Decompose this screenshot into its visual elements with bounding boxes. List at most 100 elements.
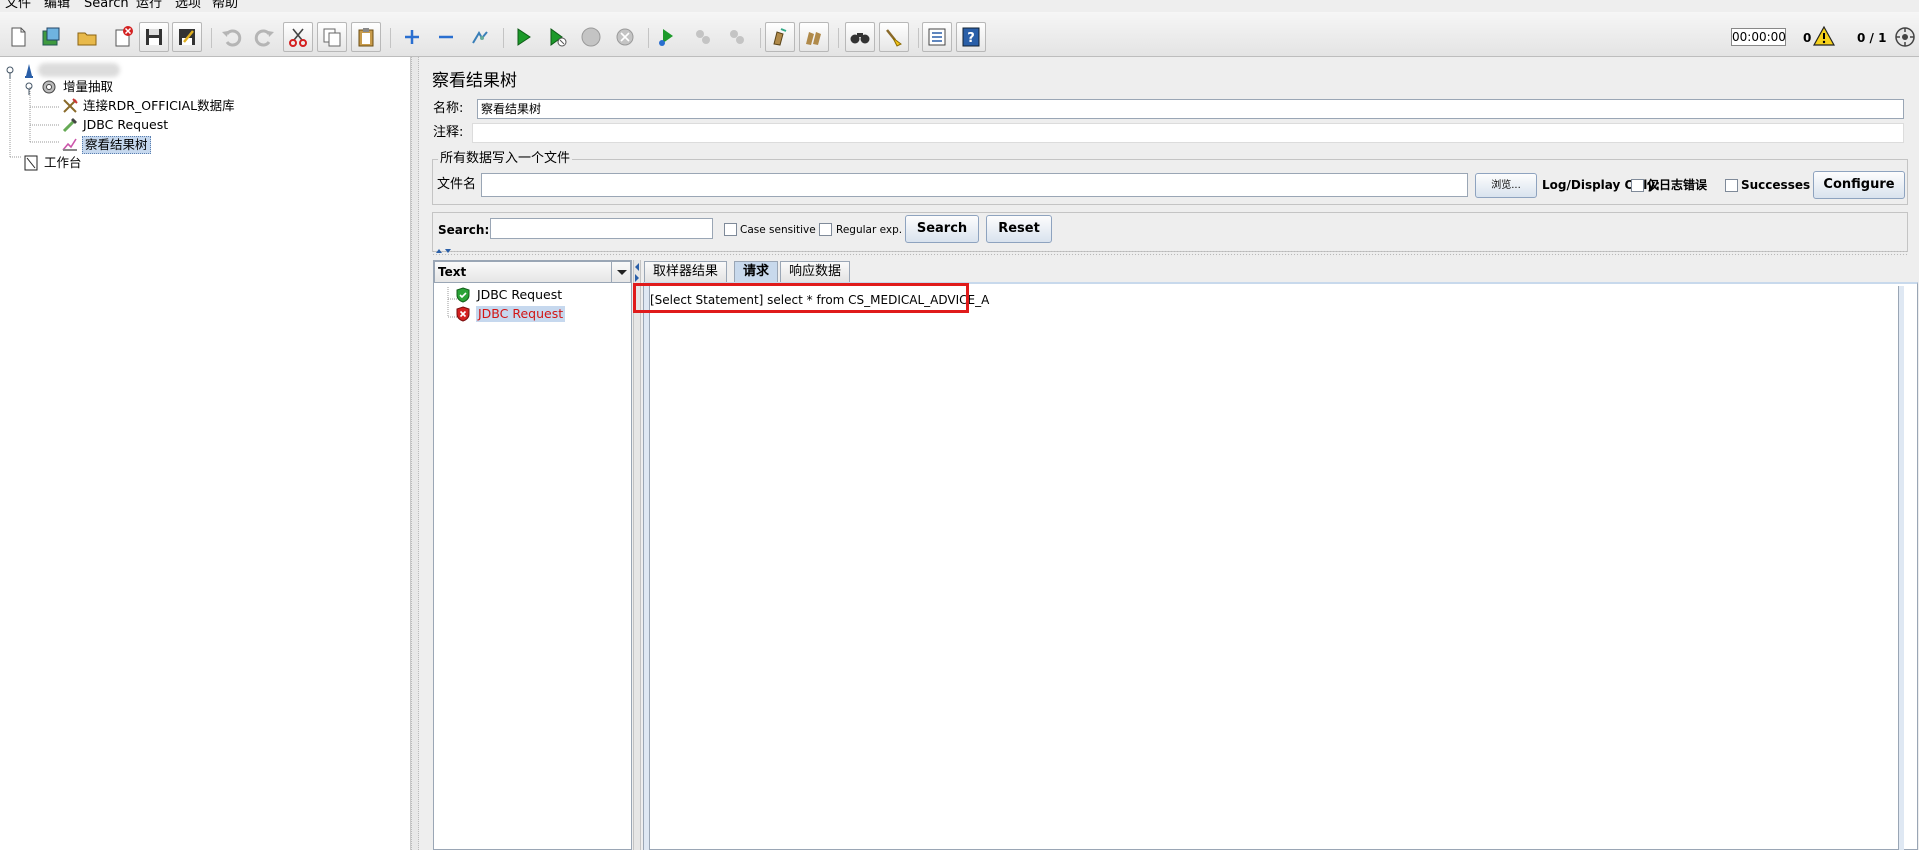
toolbar: ? 00:00:00 0 0 / 1 <box>0 12 1919 57</box>
horizontal-split-bar[interactable] <box>432 250 1908 257</box>
function-helper-icon[interactable] <box>922 22 952 52</box>
split-pane-divider[interactable] <box>411 57 419 850</box>
jdbc-connection-icon <box>61 97 79 115</box>
elapsed-timer: 00:00:00 <box>1731 28 1786 46</box>
toolbar-separator <box>648 28 649 48</box>
cut-icon[interactable] <box>283 22 313 52</box>
close-icon[interactable] <box>108 22 138 52</box>
expand-toggle-icon[interactable] <box>3 63 21 81</box>
comment-field[interactable] <box>472 123 1904 143</box>
test-plan-tree: 增量抽取 连接RDR_OFFICIAL数据库 JDBC Request 察看结果… <box>0 57 411 850</box>
warning-count: 0 <box>1803 31 1812 45</box>
sample-item-success[interactable]: JDBC Request <box>477 287 562 303</box>
remote-shutdown-icon[interactable] <box>722 22 752 52</box>
undo-icon[interactable] <box>216 22 246 52</box>
configure-button[interactable]: Configure <box>1813 171 1905 199</box>
regex-checkbox[interactable] <box>819 223 832 236</box>
toolbar-separator <box>918 28 919 48</box>
sample-item-error-selected[interactable]: JDBC Request <box>476 306 566 322</box>
highlight-annotation-box <box>633 283 969 313</box>
remote-start-icon[interactable] <box>652 22 682 52</box>
tab-sampler-result[interactable]: 取样器结果 <box>644 261 728 282</box>
reset-search-icon[interactable] <box>879 22 909 52</box>
jdbc-request-icon <box>61 116 79 134</box>
menu-bar: 文件 编辑 Search 运行 选项 帮助 <box>0 0 1919 12</box>
errors-only-label: 仅日志错误 <box>1647 178 1708 192</box>
thread-ratio: 0 / 1 <box>1857 31 1887 45</box>
text-area-scrollbar[interactable] <box>1898 286 1904 850</box>
new-icon[interactable] <box>3 22 33 52</box>
menu-edit[interactable]: 编辑 <box>44 0 70 12</box>
collapse-icon[interactable] <box>431 22 461 52</box>
name-field[interactable]: 察看结果树 <box>477 99 1904 119</box>
search-icon[interactable] <box>845 22 875 52</box>
tree-item-workbench[interactable]: 工作台 <box>44 155 82 171</box>
test-plan-icon <box>20 62 38 80</box>
sample-result-list <box>433 260 632 850</box>
paste-icon[interactable] <box>351 22 381 52</box>
stop-icon[interactable] <box>576 22 606 52</box>
split-arrows-icon[interactable] <box>435 247 455 255</box>
clear-icon[interactable] <box>765 22 795 52</box>
regex-label: Regular exp. <box>836 224 903 236</box>
file-section-title: 所有数据写入一个文件 <box>438 151 573 167</box>
root-label-blurred[interactable] <box>38 63 120 77</box>
toggle-icon[interactable] <box>465 22 495 52</box>
menu-search[interactable]: Search <box>84 0 129 12</box>
filename-label: 文件名 <box>437 177 477 192</box>
tree-item-result-tree-selected[interactable]: 察看结果树 <box>82 136 151 154</box>
start-icon[interactable] <box>508 22 538 52</box>
renderer-selected-label: Text <box>438 265 467 279</box>
name-label: 名称: <box>433 101 464 116</box>
workbench-icon <box>22 154 40 172</box>
start-no-pause-icon[interactable] <box>542 22 572 52</box>
tab-request[interactable]: 请求 <box>734 261 779 282</box>
tree-item-jdbc-request[interactable]: JDBC Request <box>83 117 168 133</box>
panel-title: 察看结果树 <box>432 71 517 91</box>
save-as-icon[interactable] <box>172 22 202 52</box>
splitter-arrows-icon[interactable] <box>634 262 641 284</box>
search-input[interactable] <box>490 218 713 239</box>
toolbar-separator <box>838 28 839 48</box>
toolbar-separator <box>211 28 212 48</box>
error-shield-icon <box>455 306 471 322</box>
search-button[interactable]: Search <box>905 215 979 243</box>
menu-run[interactable]: 运行 <box>136 0 162 12</box>
open-icon[interactable] <box>72 22 102 52</box>
result-tree-icon <box>61 135 79 153</box>
toolbar-separator <box>760 28 761 48</box>
help-icon[interactable]: ? <box>956 22 986 52</box>
toolbar-separator <box>390 28 391 48</box>
successes-checkbox[interactable] <box>1725 179 1738 192</box>
menu-file[interactable]: 文件 <box>5 0 31 12</box>
request-text-area[interactable] <box>643 282 1918 850</box>
filename-input[interactable] <box>481 173 1468 197</box>
case-sensitive-checkbox[interactable] <box>724 223 737 236</box>
text-area-gutter <box>644 286 650 850</box>
tab-response-data[interactable]: 响应数据 <box>780 261 851 282</box>
toolbar-separator <box>503 28 504 48</box>
active-status-icon <box>1893 25 1917 49</box>
clear-all-icon[interactable] <box>799 22 829 52</box>
reset-button[interactable]: Reset <box>986 215 1052 243</box>
tree-item-thread-group[interactable]: 增量抽取 <box>63 79 113 95</box>
warning-icon[interactable] <box>1812 24 1836 48</box>
remote-stop-icon[interactable] <box>688 22 718 52</box>
chevron-down-icon[interactable] <box>611 262 631 282</box>
menu-help[interactable]: 帮助 <box>212 0 238 12</box>
save-icon[interactable] <box>139 22 169 52</box>
tree-item-jdbc-connection[interactable]: 连接RDR_OFFICIAL数据库 <box>83 98 235 114</box>
case-sensitive-label: Case sensitive <box>740 224 816 236</box>
results-vertical-splitter[interactable] <box>633 260 641 850</box>
menu-options[interactable]: 选项 <box>175 0 201 12</box>
redo-icon[interactable] <box>250 22 280 52</box>
shutdown-icon[interactable] <box>610 22 640 52</box>
renderer-select[interactable]: Text <box>434 261 631 283</box>
errors-only-checkbox[interactable] <box>1631 179 1644 192</box>
templates-icon[interactable] <box>36 22 66 52</box>
copy-icon[interactable] <box>317 22 347 52</box>
expand-icon[interactable] <box>397 22 427 52</box>
expand-toggle-icon[interactable] <box>22 79 40 97</box>
browse-button[interactable]: 浏览... <box>1475 173 1537 198</box>
thread-group-gear-icon <box>40 78 58 96</box>
